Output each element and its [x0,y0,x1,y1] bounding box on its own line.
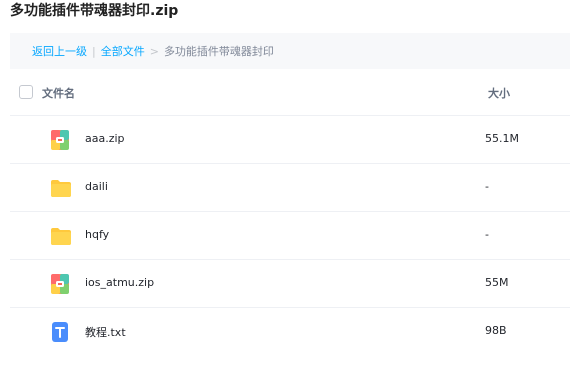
file-size: - [485,180,489,193]
file-size: 55M [485,276,509,289]
table-header: 文件名 大小 [10,76,570,108]
file-list: aaa.zip 55.1M daili - hqfy - ios_atmu.zi… [10,115,570,355]
file-size: 98B [485,324,507,337]
file-browser-window: 多功能插件带魂器封印.zip 返回上一级 | 全部文件 > 多功能插件带魂器封印… [0,0,570,378]
file-row[interactable]: hqfy - [10,211,570,259]
breadcrumb-current: 多功能插件带魂器封印 [163,45,274,58]
breadcrumb: 返回上一级 | 全部文件 > 多功能插件带魂器封印 [10,33,570,69]
folder-icon [50,225,71,247]
file-name[interactable]: ios_atmu.zip [85,276,154,289]
select-all-checkbox[interactable] [19,85,33,99]
zip-archive-icon [50,129,70,151]
all-files-link[interactable]: 全部文件 [101,43,145,59]
folder-icon [50,177,71,199]
text-file-icon [50,321,70,343]
breadcrumb-arrow: > [149,44,159,58]
file-name[interactable]: hqfy [85,228,109,241]
file-size: 55.1M [485,132,519,145]
zip-archive-icon [50,273,70,295]
file-row[interactable]: daili - [10,163,570,211]
file-row[interactable]: 教程.txt 98B [10,307,570,355]
file-name[interactable]: 教程.txt [85,324,126,340]
column-header-size[interactable]: 大小 [488,85,510,101]
file-name[interactable]: daili [85,180,108,193]
breadcrumb-divider: | [92,44,96,58]
back-link[interactable]: 返回上一级 [32,43,87,59]
file-row[interactable]: aaa.zip 55.1M [10,115,570,163]
file-name[interactable]: aaa.zip [85,132,125,145]
file-row[interactable]: ios_atmu.zip 55M [10,259,570,307]
page-title: 多功能插件带魂器封印.zip [10,3,179,19]
file-size: - [485,228,489,241]
column-header-name[interactable]: 文件名 [42,85,75,101]
